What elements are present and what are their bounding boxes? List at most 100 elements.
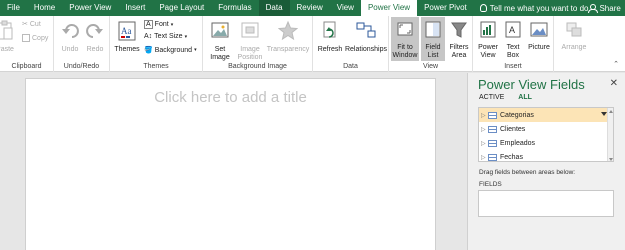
text-size-label: Text Size <box>154 33 183 40</box>
list-item[interactable]: ▷ Empleados <box>479 136 613 150</box>
expand-icon[interactable]: ▷ <box>481 154 487 161</box>
tab-active[interactable]: ACTIVE <box>479 94 504 101</box>
field-list-icon <box>425 21 441 38</box>
fit-to-window-button[interactable]: Fit to Window <box>391 17 419 61</box>
arrange-button[interactable]: Arrange <box>556 20 592 52</box>
copy-button[interactable]: Copy <box>22 34 48 42</box>
background-label: Background <box>154 46 193 54</box>
themes-label: Themes <box>114 46 140 53</box>
group-label-undo-redo: Undo/Redo <box>63 63 100 70</box>
power-view-icon <box>480 21 496 38</box>
canvas-area: Click here to add a title <box>0 73 467 250</box>
expand-icon[interactable]: ▷ <box>481 126 487 133</box>
cut-button[interactable]: ✂ Cut <box>22 20 41 29</box>
share-label: Share <box>599 3 621 13</box>
title-placeholder[interactable]: Click here to add a title <box>26 89 435 106</box>
expand-icon[interactable]: ▷ <box>481 112 487 119</box>
themes-icon: Aa <box>118 21 136 41</box>
undo-button[interactable]: Undo <box>58 20 82 54</box>
paint-bucket-icon: 🪣 <box>144 47 153 54</box>
group-label-data: Data <box>343 63 358 70</box>
list-item[interactable]: ▷ Clientes <box>479 122 613 136</box>
group-label-background-image: Background Image <box>228 63 287 70</box>
group-label-clipboard: Clipboard <box>11 63 42 70</box>
redo-icon <box>86 24 103 38</box>
field-list-label-1: Field <box>425 44 441 51</box>
filters-area-button[interactable]: Filters Area <box>446 20 472 60</box>
funnel-icon <box>451 22 467 38</box>
text-size-icon: A↕ <box>144 33 153 40</box>
text-box-label-1: Text <box>506 44 520 51</box>
redo-button[interactable]: Redo <box>83 20 107 54</box>
power-view-fields-pane: Power View Fields ✕ ACTIVE ALL ▷ Categor… <box>467 73 625 250</box>
text-box-button[interactable]: A Text Box <box>502 20 524 60</box>
image-position-button[interactable]: Image Position <box>235 20 265 62</box>
arrange-icon <box>566 22 582 37</box>
scroll-down-icon[interactable] <box>609 158 613 161</box>
group-themes: Aa Themes A Font ▾ A↕ Text Size ▾ 🪣 Backgroun… <box>110 16 203 72</box>
field-table-list: ▷ Categorias ▷ Clientes ▷ Empleados ▷ Fe… <box>478 107 614 162</box>
group-undo-redo: Undo Redo Undo/Redo <box>54 16 110 72</box>
power-view-label-1: Power <box>478 44 498 51</box>
field-list-button[interactable]: Field List <box>421 17 445 61</box>
tab-data[interactable]: Data <box>258 0 290 16</box>
fit-to-window-label-2: Window <box>392 52 418 59</box>
group-label-themes: Themes <box>143 63 169 70</box>
chevron-down-icon: ▾ <box>170 21 174 28</box>
scroll-up-icon[interactable] <box>609 110 613 113</box>
tab-home[interactable]: Home <box>27 0 62 16</box>
drag-fields-label: Drag fields between areas below: <box>479 169 576 176</box>
refresh-button[interactable]: Refresh <box>315 20 345 54</box>
relationships-button[interactable]: Relationships <box>344 20 388 54</box>
report-canvas[interactable]: Click here to add a title <box>25 78 436 250</box>
font-dropdown[interactable]: A Font ▾ <box>144 20 173 29</box>
collapse-ribbon-icon[interactable]: ⌃ <box>613 60 619 68</box>
cut-label: Cut <box>29 20 41 28</box>
field-list-label-2: List <box>427 52 439 59</box>
themes-button[interactable]: Aa Themes <box>112 20 142 54</box>
picture-button[interactable]: Picture <box>525 20 553 52</box>
background-dropdown[interactable]: 🪣 Background ▾ <box>144 46 197 55</box>
scrollbar[interactable] <box>607 108 613 161</box>
fields-drop-area[interactable] <box>478 190 614 217</box>
chevron-down-icon: ▾ <box>194 47 197 53</box>
tab-view[interactable]: View <box>330 0 361 16</box>
undo-label: Undo <box>61 46 79 53</box>
paste-button[interactable]: Paste <box>0 20 16 54</box>
table-name: Fechas <box>500 153 523 161</box>
arrange-label: Arrange <box>561 44 587 51</box>
transparency-button[interactable]: Transparency <box>266 20 310 54</box>
font-icon: A <box>144 20 153 29</box>
font-label: Font <box>154 21 169 28</box>
paste-label: Paste <box>0 46 14 53</box>
refresh-icon <box>323 21 336 38</box>
tell-me-box[interactable]: Tell me what you want to do <box>474 4 588 13</box>
tab-file[interactable]: File <box>0 0 27 16</box>
relationships-label: Relationships <box>344 46 388 53</box>
group-label-view: View <box>422 63 439 70</box>
close-icon[interactable]: ✕ <box>610 78 618 89</box>
person-icon <box>588 4 599 13</box>
power-view-label-2: View <box>480 52 496 59</box>
tab-power-view-1[interactable]: Power View <box>62 0 118 16</box>
set-image-button[interactable]: Set Image <box>206 20 234 62</box>
tab-insert[interactable]: Insert <box>118 0 152 16</box>
refresh-label: Refresh <box>317 46 343 53</box>
power-view-button[interactable]: Power View <box>475 20 501 60</box>
tab-power-view-active[interactable]: Power View <box>360 0 418 16</box>
tab-page-layout[interactable]: Page Layout <box>152 0 211 16</box>
text-size-dropdown[interactable]: A↕ Text Size ▾ <box>144 33 187 40</box>
expand-icon[interactable]: ▷ <box>481 140 487 147</box>
tab-formulas[interactable]: Formulas <box>211 0 258 16</box>
share-button[interactable]: Share <box>588 4 625 13</box>
table-name: Categorias <box>500 111 534 119</box>
svg-text:A: A <box>509 25 515 35</box>
list-item[interactable]: ▷ Fechas <box>479 150 613 161</box>
tab-power-pivot[interactable]: Power Pivot <box>417 0 474 16</box>
table-name: Empleados <box>500 139 536 147</box>
star-icon <box>277 20 299 41</box>
tab-review[interactable]: Review <box>290 0 330 16</box>
list-item[interactable]: ▷ Categorias <box>479 108 613 122</box>
tab-all[interactable]: ALL <box>518 94 532 101</box>
text-box-label-2: Box <box>506 52 520 59</box>
